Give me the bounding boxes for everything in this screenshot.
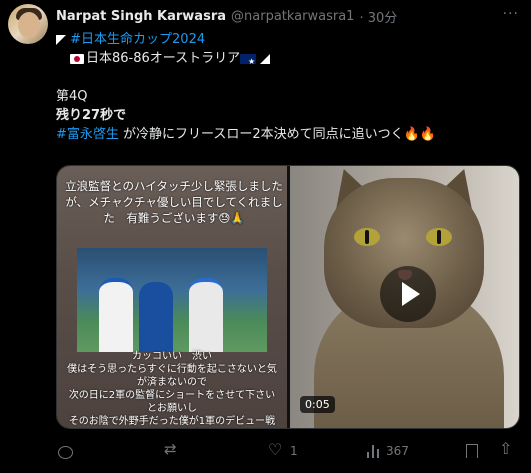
- cat-eye: [426, 228, 452, 246]
- play-icon[interactable]: [380, 266, 436, 322]
- avatar[interactable]: [8, 4, 48, 44]
- author-name[interactable]: Narpat Singh Karwasra: [56, 9, 226, 24]
- tweet-header: Narpat Singh Karwasra @narpatkarwasra1 ·…: [56, 6, 397, 26]
- corner-br-icon: [260, 53, 271, 64]
- player-hashtag-link[interactable]: #富永啓生: [56, 127, 119, 142]
- text-line-1: #日本生命カップ2024: [56, 30, 516, 49]
- match-score: 日本86-86オーストラリア: [86, 51, 241, 66]
- action-bar: 1 367: [56, 439, 518, 462]
- author-handle[interactable]: @narpatkarwasra1: [231, 9, 354, 24]
- player-figure: [139, 282, 173, 352]
- reply-icon: [58, 445, 73, 459]
- views-count: 367: [386, 444, 409, 458]
- media-image-left[interactable]: 立浪監督とのハイタッチ少し緊張しましたが、メチャクチャ優しい目でしてくれました …: [57, 166, 287, 428]
- baseball-photo: [77, 248, 267, 352]
- tweet-time[interactable]: · 30分: [359, 7, 397, 26]
- flag-australia-icon: [240, 52, 257, 71]
- avatar-face: [18, 12, 40, 38]
- more-options-icon[interactable]: ···: [503, 6, 519, 22]
- bookmark-icon: [466, 444, 478, 458]
- quarter-text: 第4Q: [56, 89, 88, 104]
- image-caption-top: 立浪監督とのハイタッチ少し緊張しましたが、メチャクチャ優しい目でしてくれました …: [65, 179, 283, 225]
- heart-icon: [268, 440, 284, 459]
- video-duration: 0:05: [300, 396, 335, 413]
- share-button[interactable]: [498, 439, 514, 462]
- action-text: が冷静にフリースロー2本決めて同点に追いつく: [118, 127, 404, 142]
- reply-button[interactable]: [58, 440, 79, 462]
- fire-emoji: 🔥🔥: [403, 127, 437, 142]
- tweet-text: #日本生命カップ2024 日本86-86オーストラリア 第4Q 残り27秒で #…: [56, 30, 516, 144]
- remaining-text: 残り27秒で: [56, 108, 127, 123]
- retweet-button[interactable]: [164, 440, 186, 462]
- tweet: Narpat Singh Karwasra @narpatkarwasra1 ·…: [0, 0, 531, 473]
- like-count: 1: [290, 444, 298, 458]
- player-figure: [99, 278, 133, 352]
- text-line-2: 日本86-86オーストラリア: [56, 49, 516, 71]
- hashtag-link[interactable]: #日本生命カップ2024: [70, 32, 205, 47]
- text-line-6: #富永啓生 が冷静にフリースロー2本決めて同点に追いつく🔥🔥: [56, 125, 516, 144]
- retweet-icon: [164, 440, 180, 459]
- flag-japan-icon: [70, 53, 84, 64]
- cat-eye: [354, 228, 380, 246]
- share-icon: [498, 439, 514, 459]
- image-caption-bottom: カッコいい 渋い 僕はそう思ったらすぐに行動を起こさないと気が済まないので 次の…: [67, 351, 277, 427]
- bookmark-button[interactable]: [466, 440, 478, 462]
- player-figure: [189, 278, 223, 352]
- views-bar-icon: [366, 444, 380, 458]
- media-grid: 立浪監督とのハイタッチ少し緊張しましたが、メチャクチャ優しい目でしてくれました …: [56, 165, 520, 429]
- views-button[interactable]: 367: [366, 440, 409, 462]
- media-video-right[interactable]: 0:05: [290, 166, 519, 428]
- like-button[interactable]: 1: [268, 440, 298, 462]
- corner-tl-icon: [56, 34, 66, 45]
